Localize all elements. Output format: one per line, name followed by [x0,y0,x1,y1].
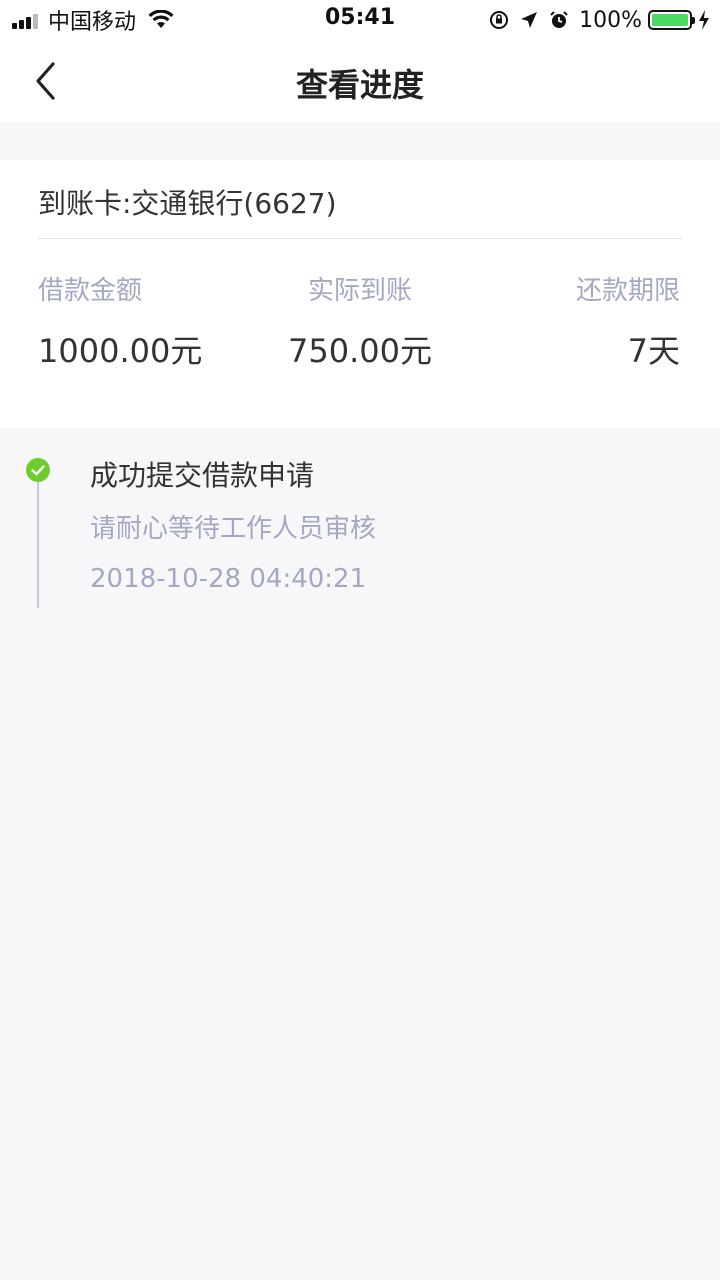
timeline-step-description: 请耐心等待工作人员审核 [90,514,377,544]
loan-amount-label: 借款金额 [38,276,143,306]
divider [38,238,682,239]
actual-received-value: 750.00元 [288,332,432,370]
check-circle-icon [26,458,50,482]
progress-timeline: 成功提交借款申请 请耐心等待工作人员审核 2018-10-28 04:40:21 [0,430,720,1280]
location-icon [521,12,538,28]
battery-percent: 100% [579,7,642,33]
repayment-term-label: 还款期限 [575,276,680,306]
timeline-step-title: 成功提交借款申请 [90,459,315,492]
battery-icon [648,10,695,30]
timeline-line [37,482,39,608]
status-bar: 中国移动 05:41 100% [0,0,720,40]
receiving-account: 到账卡:交通银行(6627) [38,187,337,220]
rotation-lock-icon [490,11,509,29]
page-title: 查看进度 [295,66,424,104]
nav-bar: 查看进度 [0,40,720,122]
charging-icon [699,10,709,30]
alarm-icon [550,11,568,28]
loan-amount-value: 1000.00元 [38,332,203,370]
actual-received-label: 实际到账 [307,276,412,306]
status-bar-right: 100% [479,6,710,34]
timeline-step-time: 2018-10-28 04:40:21 [90,564,367,594]
repayment-term-value: 7天 [627,332,680,370]
loan-info-card: 到账卡:交通银行(6627) 借款金额 实际到账 还款期限 1000.00元 7… [0,160,720,428]
